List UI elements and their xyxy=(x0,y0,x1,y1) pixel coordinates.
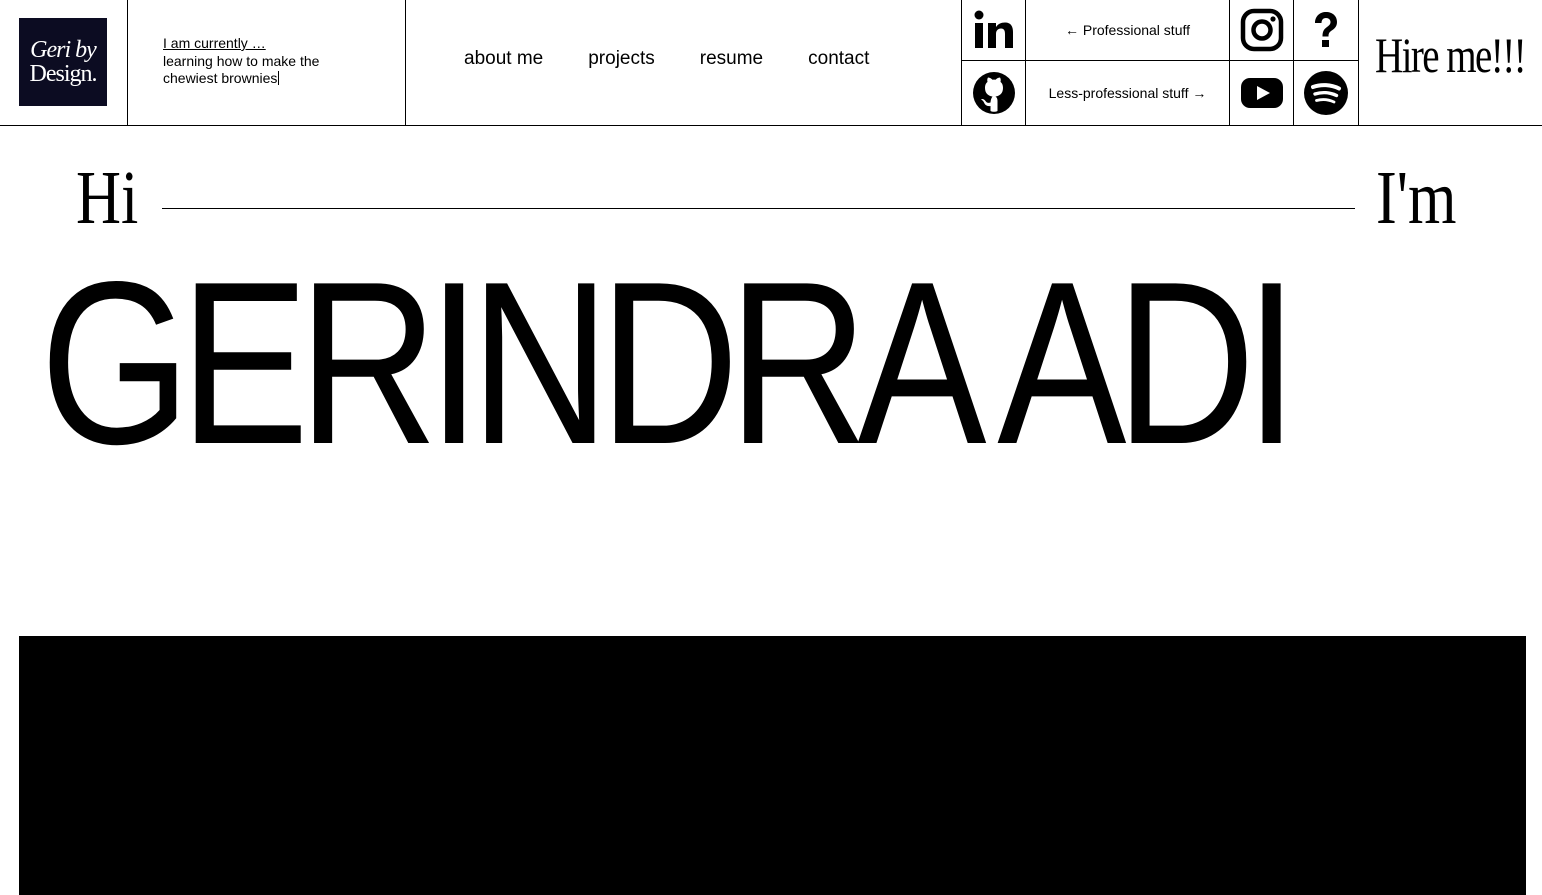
github-link[interactable] xyxy=(962,61,1026,125)
less-professional-stuff-label: Less-professional stuff → xyxy=(1048,85,1207,101)
question-link[interactable] xyxy=(1294,0,1358,61)
spotify-link[interactable] xyxy=(1294,61,1358,125)
status-title: I am currently … xyxy=(163,35,266,51)
instagram-link[interactable] xyxy=(1230,0,1294,61)
status-text: learning how to make the chewiest browni… xyxy=(163,53,320,86)
hero-im: I'm xyxy=(1376,156,1457,240)
hire-me-button[interactable]: Hire me!!! xyxy=(1375,26,1527,84)
status-text-wrap: learning how to make the chewiest browni… xyxy=(163,53,363,87)
spotify-icon xyxy=(1304,71,1348,115)
logo-cell: Geri by Design. xyxy=(0,0,128,125)
youtube-link[interactable] xyxy=(1230,61,1294,125)
hero-media-block xyxy=(19,636,1526,895)
status-cell: I am currently … learning how to make th… xyxy=(128,0,406,125)
youtube-icon xyxy=(1240,78,1283,108)
nav-contact[interactable]: contact xyxy=(808,48,869,70)
social-grid: ← Professional stuff Less-professional s… xyxy=(962,0,1359,125)
hero-name: GERINDRA ADI xyxy=(40,234,1298,493)
main-nav: about me projects resume contact xyxy=(464,48,869,70)
nav-resume[interactable]: resume xyxy=(700,48,763,70)
nav-about-me[interactable]: about me xyxy=(464,48,543,70)
less-professional-stuff-link[interactable]: Less-professional stuff → xyxy=(1026,61,1230,125)
professional-stuff-label: ← Professional stuff xyxy=(1064,22,1191,38)
hero-hi: Hi xyxy=(76,156,139,240)
github-icon xyxy=(972,72,1015,114)
question-icon xyxy=(1315,12,1337,47)
linkedin-icon xyxy=(974,10,1013,48)
logo-line-1: Geri by xyxy=(30,37,97,63)
logo-line-2: Design. xyxy=(29,61,98,87)
hire-cell: Hire me!!! xyxy=(1359,0,1542,125)
site-logo[interactable]: Geri by Design. xyxy=(19,18,107,106)
instagram-icon xyxy=(1240,8,1283,52)
text-caret xyxy=(278,71,280,85)
site-header: Geri by Design. I am currently … learnin… xyxy=(0,0,1542,126)
nav-projects[interactable]: projects xyxy=(588,48,655,70)
nav-cell: about me projects resume contact xyxy=(406,0,962,125)
hero-divider xyxy=(162,208,1355,209)
linkedin-link[interactable] xyxy=(962,0,1026,61)
professional-stuff-link[interactable]: ← Professional stuff xyxy=(1026,0,1230,61)
